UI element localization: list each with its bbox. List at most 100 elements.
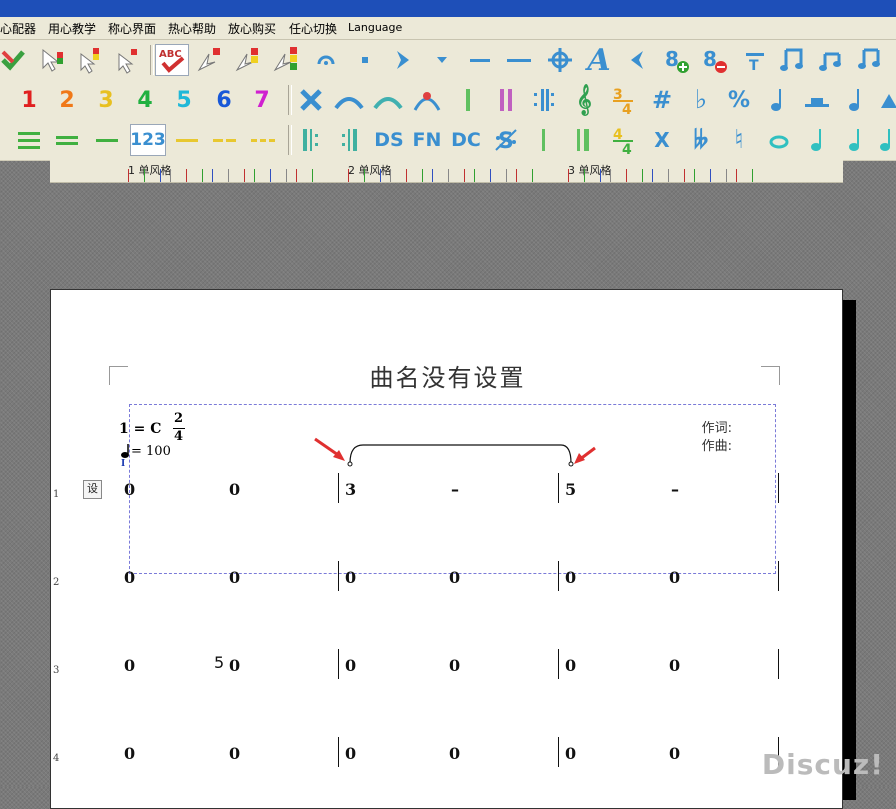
key-signature[interactable]: 1 = C	[119, 421, 161, 437]
score-note[interactable]: 0	[229, 568, 240, 587]
double-flat-icon[interactable]: 𝄫	[684, 124, 718, 156]
quarter-note-icon[interactable]	[800, 124, 834, 156]
triangle-icon[interactable]	[872, 84, 896, 116]
eighth-notes-icon[interactable]	[775, 44, 809, 76]
segno-icon[interactable]: S	[489, 124, 523, 156]
fn-button[interactable]: FN	[410, 124, 444, 156]
digit-3-button[interactable]: 3	[89, 84, 123, 116]
lines-3-icon[interactable]	[12, 124, 46, 156]
score-note[interactable]: 0	[229, 656, 240, 675]
beamed-notes-icon[interactable]	[813, 44, 847, 76]
line-yellow-icon[interactable]	[170, 124, 204, 156]
score-note[interactable]: 0	[669, 568, 680, 587]
score-note[interactable]: 0	[565, 568, 576, 587]
score-note[interactable]: 0	[124, 480, 135, 499]
eighth-note-icon[interactable]	[838, 124, 872, 156]
score-note[interactable]: 0	[345, 656, 356, 675]
score-note[interactable]: 5	[565, 480, 576, 499]
tie-icon[interactable]	[371, 84, 405, 116]
dashed-yellow-icon[interactable]	[208, 124, 242, 156]
digit-5-button[interactable]: 5	[167, 84, 201, 116]
breath-mark-icon[interactable]	[410, 84, 444, 116]
score-note[interactable]: 0	[124, 656, 135, 675]
numbered-123-button[interactable]: 123	[130, 124, 166, 156]
score-note[interactable]: 0	[124, 744, 135, 763]
sharp-icon[interactable]: #	[645, 84, 679, 116]
whole-note-icon[interactable]	[762, 124, 796, 156]
score-note[interactable]: 0	[345, 568, 356, 587]
score-note[interactable]: 0	[124, 568, 135, 587]
score-note[interactable]: 0	[229, 480, 240, 499]
treble-clef-icon[interactable]: 𝄞	[567, 84, 601, 116]
quarter-note-icon[interactable]	[760, 84, 794, 116]
score-note[interactable]: 0	[669, 744, 680, 763]
angle-left-icon[interactable]	[620, 44, 654, 76]
barline-double-icon[interactable]	[489, 84, 523, 116]
slur-icon[interactable]	[332, 84, 366, 116]
barline-thin-icon[interactable]	[527, 124, 561, 156]
menu-item-purchase[interactable]: 放心购买	[228, 20, 276, 37]
digit-7-button[interactable]: 7	[245, 84, 279, 116]
repeat-start-icon[interactable]	[294, 124, 328, 156]
tempo-value[interactable]: = 100	[131, 444, 171, 459]
set-button[interactable]: 设	[83, 480, 102, 499]
cross-x-icon[interactable]	[294, 84, 328, 116]
beamed-notes-2-icon[interactable]	[852, 44, 886, 76]
natural-icon[interactable]: ♮	[722, 124, 756, 156]
dashed-yellow-2-icon[interactable]	[246, 124, 280, 156]
flat-icon[interactable]: ♭	[684, 84, 718, 116]
cursor-traffic-icon[interactable]	[268, 44, 302, 76]
score-note[interactable]: 0	[229, 744, 240, 763]
score-note[interactable]: 0	[449, 744, 460, 763]
repeat-end-icon[interactable]	[332, 124, 366, 156]
time-sig-yellow-icon[interactable]: 44	[606, 124, 640, 156]
menu-item-switch[interactable]: 任心切换	[289, 20, 337, 37]
menu-item-interface[interactable]: 称心界面	[108, 20, 156, 37]
text-a-icon[interactable]: A	[582, 43, 616, 78]
add-note-icon[interactable]: 8	[660, 44, 694, 76]
score-note[interactable]: 0	[565, 744, 576, 763]
cursor-yellow-icon[interactable]	[230, 44, 264, 76]
dash-short-icon[interactable]	[463, 44, 497, 76]
composer-label[interactable]: 作曲:	[702, 435, 732, 454]
score-note[interactable]: 3	[345, 480, 356, 499]
menu-item-config[interactable]: 心配器	[0, 20, 36, 37]
lines-2-icon[interactable]	[50, 124, 84, 156]
sixteenth-note-icon[interactable]	[872, 124, 896, 156]
fermata-icon[interactable]	[309, 44, 343, 76]
crosshair-icon[interactable]	[543, 44, 577, 76]
eighth-note-icon[interactable]	[838, 84, 872, 116]
menu-item-teaching[interactable]: 用心教学	[48, 20, 96, 37]
score-extra-label[interactable]: 5	[214, 653, 224, 672]
digit-4-button[interactable]: 4	[128, 84, 162, 116]
score-page[interactable]: 曲名没有设置 1 = C 2 4 I = 100 作词: 作曲: 设 1 2 3…	[50, 289, 843, 809]
barline-single-icon[interactable]	[451, 84, 485, 116]
digit-2-button[interactable]: 2	[50, 84, 84, 116]
barline-thick-icon[interactable]	[566, 124, 600, 156]
digit-6-button[interactable]: 6	[207, 84, 241, 116]
time-sig-bottom[interactable]: 4	[174, 429, 183, 444]
dash-long-icon[interactable]	[502, 44, 536, 76]
remove-note-icon[interactable]: 8	[698, 44, 732, 76]
arrow-cursor-icon[interactable]	[34, 44, 68, 76]
score-note[interactable]: 0	[345, 744, 356, 763]
time-sig-top[interactable]: 2	[174, 411, 183, 426]
chevron-right-icon[interactable]	[386, 44, 420, 76]
triangle-down-icon[interactable]	[425, 44, 459, 76]
arrow-cursor-red-icon[interactable]	[110, 44, 144, 76]
score-note[interactable]: 0	[669, 656, 680, 675]
dc-button[interactable]: DC	[449, 124, 483, 156]
x-button[interactable]: X	[645, 124, 679, 156]
score-note[interactable]: 0	[449, 568, 460, 587]
score-note[interactable]: 0	[565, 656, 576, 675]
score-title[interactable]: 曲名没有设置	[51, 358, 844, 393]
menu-item-help[interactable]: 热心帮助	[168, 20, 216, 37]
digit-1-button[interactable]: 1	[12, 84, 46, 116]
check-cross-icon[interactable]	[0, 44, 30, 76]
dot-icon[interactable]	[348, 44, 382, 76]
cursor-red-icon[interactable]	[192, 44, 226, 76]
menu-item-language[interactable]: Language	[348, 21, 402, 34]
slur-curve[interactable]	[311, 435, 591, 475]
line-1-icon[interactable]	[90, 124, 124, 156]
time-sig-icon[interactable]: 34	[606, 84, 640, 116]
